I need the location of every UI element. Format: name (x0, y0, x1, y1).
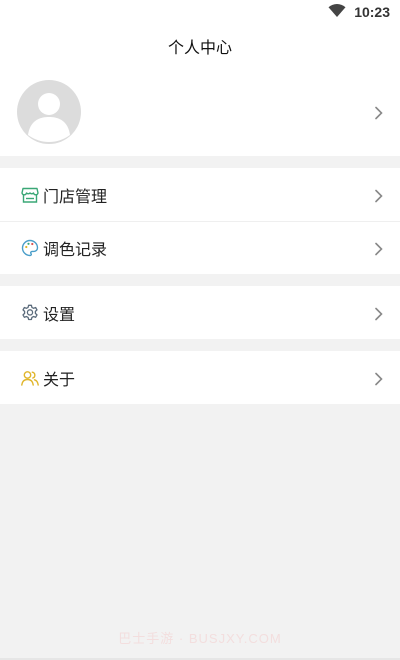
menu-item-settings[interactable]: 设置 (0, 286, 400, 339)
menu-item-store[interactable]: 门店管理 (0, 168, 400, 221)
chevron-right-icon (374, 306, 384, 320)
status-time: 10:23 (354, 4, 390, 20)
menu-group-3: 关于 (0, 351, 400, 404)
chevron-right-icon (374, 371, 384, 385)
menu-item-label: 门店管理 (43, 186, 108, 206)
menu-item-label: 调色记录 (43, 239, 108, 259)
watermark: 巴士手游 · BUSJXY.COM (118, 631, 282, 646)
title-bar: 个人中心 (0, 24, 400, 68)
status-bar: 10:23 (0, 0, 400, 24)
gear-icon (20, 303, 40, 323)
user-avatar-icon[interactable] (17, 80, 81, 144)
menu-item-label: 设置 (43, 304, 76, 324)
section-gap (0, 274, 400, 286)
chevron-right-icon (374, 105, 384, 120)
section-gap (0, 156, 400, 168)
chevron-right-icon (374, 241, 384, 255)
users-icon (20, 368, 40, 388)
page-title: 个人中心 (167, 38, 232, 57)
store-icon (20, 185, 40, 205)
section-gap (0, 339, 400, 351)
palette-icon (20, 238, 40, 258)
wifi-icon (328, 3, 346, 22)
menu-item-about[interactable]: 关于 (0, 351, 400, 404)
chevron-right-icon (374, 188, 384, 202)
menu-item-color-records[interactable]: 调色记录 (0, 221, 400, 274)
profile-row[interactable] (0, 68, 400, 156)
menu-item-label: 关于 (43, 369, 76, 389)
menu-group-1: 门店管理 调色记录 (0, 168, 400, 274)
menu-group-2: 设置 (0, 286, 400, 339)
